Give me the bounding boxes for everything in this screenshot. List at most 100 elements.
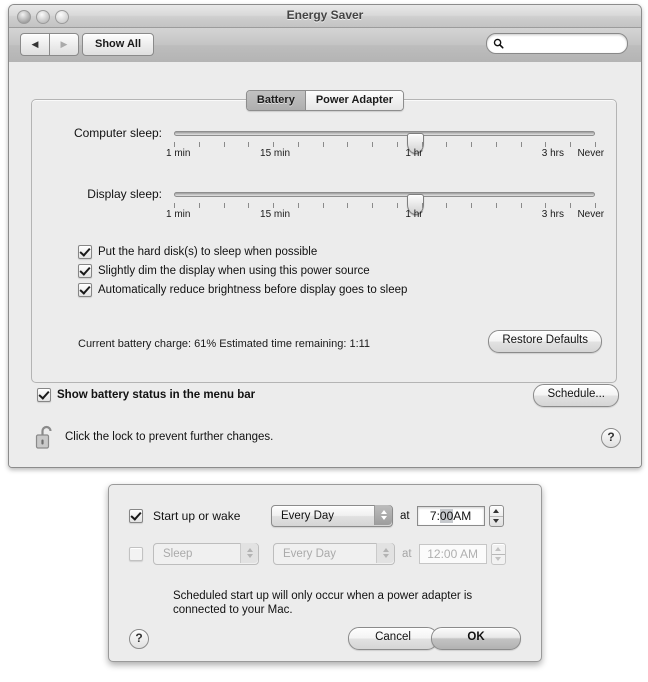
stepper-down-icon[interactable] <box>490 517 503 527</box>
slider-tick <box>322 203 324 208</box>
slider-tick <box>446 142 448 147</box>
option-label: Slightly dim the display when using this… <box>98 265 370 277</box>
computer-sleep-label: Computer sleep: <box>73 126 162 140</box>
display-sleep-label: Display sleep: <box>87 187 162 201</box>
sleep-time-field[interactable]: 12: 00 AM <box>418 544 487 564</box>
startup-time-field[interactable]: 7: 00 AM <box>416 506 485 526</box>
slider-tick <box>545 203 547 208</box>
slider-tick <box>570 203 572 208</box>
computer-sleep-tick-labels: 1 min 15 min 1 hr 3 hrs Never <box>166 148 604 162</box>
sleep-time-stepper[interactable] <box>490 543 506 565</box>
slider-tick <box>421 142 423 147</box>
checkbox-reduce-brightness[interactable] <box>78 283 92 297</box>
dialog-help-button[interactable]: ? <box>129 629 149 649</box>
computer-sleep-slider[interactable] <box>174 131 595 154</box>
slider-tick <box>248 203 250 208</box>
slider-tick-label: 1 min <box>165 209 191 220</box>
forward-button[interactable]: ▶ <box>49 33 79 56</box>
slider-tick <box>322 142 324 147</box>
slider-tick <box>223 203 225 208</box>
slider-tick <box>174 142 175 147</box>
slider-tick-label: Never <box>577 148 605 159</box>
option-label: Put the hard disk(s) to sleep when possi… <box>98 246 318 258</box>
help-button[interactable]: ? <box>601 428 621 448</box>
search-input[interactable] <box>504 37 622 50</box>
startup-time-selected-segment[interactable]: 00 <box>439 509 454 523</box>
slider-tick <box>446 203 448 208</box>
slider-tick-label: 15 min <box>260 148 291 159</box>
sleep-time-suffix: 00 AM <box>443 547 478 561</box>
stepper-up-icon[interactable] <box>491 544 505 555</box>
schedule-button[interactable]: Schedule... <box>533 384 619 407</box>
slider-tick <box>273 203 275 208</box>
sleep-day-value: Every Day <box>283 548 337 560</box>
lock-message: Click the lock to prevent further change… <box>65 431 274 443</box>
schedule-row-sleep: Sleep Every Day at 12: 00 AM <box>129 543 506 565</box>
slider-tick <box>223 142 225 147</box>
lock-row[interactable]: Click the lock to prevent further change… <box>35 424 273 450</box>
slider-tick-label: 1 hr <box>405 209 423 220</box>
slider-tick-label: 1 min <box>165 148 191 159</box>
navigation-segmented-control: ◀ ▶ <box>20 33 79 56</box>
startup-time-stepper[interactable] <box>488 505 504 527</box>
back-icon: ◀ <box>31 39 39 49</box>
slider-tick <box>297 203 299 208</box>
display-sleep-tick-labels: 1 min 15 min 1 hr 3 hrs Never <box>166 209 604 223</box>
slider-tick <box>595 203 596 208</box>
restore-defaults-button[interactable]: Restore Defaults <box>488 330 602 353</box>
tab-power-adapter[interactable]: Power Adapter <box>305 91 404 110</box>
slider-tick <box>396 203 398 208</box>
schedule-note: Scheduled start up will only occur when … <box>173 590 473 616</box>
lock-open-icon[interactable] <box>35 424 57 450</box>
checkbox-dim-display[interactable] <box>78 264 92 278</box>
start-up-or-wake-label: Start up or wake <box>153 509 241 523</box>
search-icon <box>493 38 504 49</box>
slider-tick <box>495 142 497 147</box>
startup-time-suffix: AM <box>453 509 472 523</box>
show-all-button[interactable]: Show All <box>82 33 155 56</box>
sleep-action-popup[interactable]: Sleep <box>153 543 259 565</box>
show-battery-status-row[interactable]: Show battery status in the menu bar <box>37 388 255 402</box>
checkbox-hard-disk-sleep[interactable] <box>78 245 92 259</box>
back-button[interactable]: ◀ <box>20 33 49 56</box>
tab-battery[interactable]: Battery <box>246 91 306 110</box>
popup-arrows-icon <box>376 543 394 563</box>
window-title: Energy Saver <box>286 8 364 22</box>
slider-tick-label: 1 hr <box>405 148 423 159</box>
startup-day-value: Every Day <box>281 510 335 522</box>
startup-day-popup[interactable]: Every Day <box>271 505 393 527</box>
slider-tick <box>198 203 200 208</box>
option-hard-disk-sleep[interactable]: Put the hard disk(s) to sleep when possi… <box>78 245 317 259</box>
ok-button[interactable]: OK <box>431 627 521 650</box>
slider-tick <box>495 203 497 208</box>
forward-icon: ▶ <box>60 39 68 49</box>
startup-at-label: at <box>400 510 410 522</box>
slider-tick <box>520 142 522 147</box>
display-sleep-slider[interactable] <box>174 192 595 215</box>
checkbox-start-up-or-wake[interactable] <box>129 509 143 523</box>
slider-tick <box>595 142 596 147</box>
schedule-dialog: Start up or wake Every Day at 7: 00 AM Sl… <box>108 484 542 662</box>
window-titlebar: Energy Saver <box>9 5 641 28</box>
stepper-down-icon[interactable] <box>492 555 505 565</box>
slider-tick <box>248 142 250 147</box>
energy-saver-window: Energy Saver ◀ ▶ Show All Battery Power … <box>8 4 642 468</box>
sleep-at-label: at <box>402 548 412 560</box>
slider-tick <box>372 203 374 208</box>
slider-tick <box>471 203 473 208</box>
slider-tick <box>545 142 547 147</box>
search-field[interactable] <box>486 33 628 54</box>
slider-tick <box>174 203 175 208</box>
sleep-day-popup[interactable]: Every Day <box>273 543 395 565</box>
slider-tick-label: 3 hrs <box>541 148 565 159</box>
checkbox-sleep-schedule[interactable] <box>129 547 143 561</box>
slider-tick <box>372 142 374 147</box>
checkbox-show-battery-status[interactable] <box>37 388 51 402</box>
sleep-time-prefix: 12: <box>427 547 444 561</box>
slider-tick <box>347 203 349 208</box>
option-dim-display[interactable]: Slightly dim the display when using this… <box>78 264 370 278</box>
stepper-up-icon[interactable] <box>489 506 503 517</box>
toolbar: ◀ ▶ Show All <box>9 28 641 63</box>
option-reduce-brightness[interactable]: Automatically reduce brightness before d… <box>78 283 407 297</box>
cancel-button[interactable]: Cancel <box>348 627 438 650</box>
